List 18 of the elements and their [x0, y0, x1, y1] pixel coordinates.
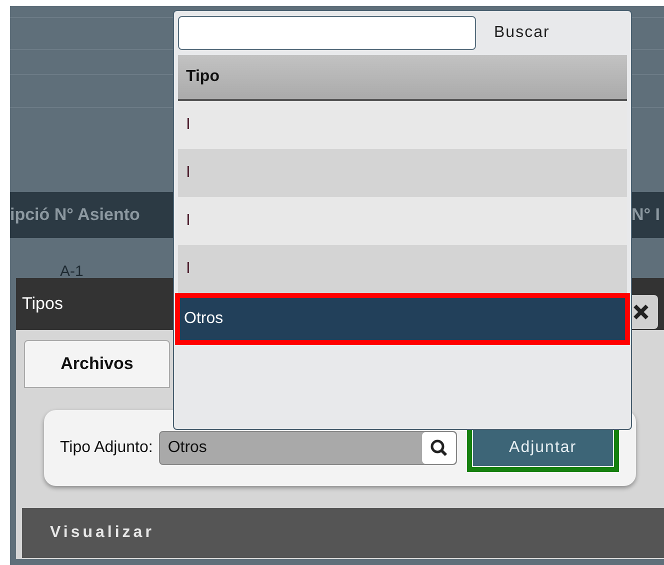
- dialog-title: Tipos: [22, 293, 63, 316]
- list-row[interactable]: Otros: [175, 293, 630, 345]
- section-header[interactable]: Visualizar: [22, 508, 664, 558]
- column-header: ipció N° Asiento: [10, 204, 140, 226]
- close-icon: [632, 303, 650, 321]
- type-field[interactable]: Otros: [158, 431, 457, 465]
- list-row[interactable]: I: [178, 245, 627, 293]
- search-button[interactable]: [422, 432, 456, 464]
- field-label: Tipo Adjunto:: [60, 438, 153, 458]
- column-header: Tipo: [186, 67, 220, 87]
- attach-button[interactable]: Adjuntar: [472, 430, 613, 466]
- search-field[interactable]: [178, 16, 476, 50]
- search-button[interactable]: Buscar: [494, 21, 550, 45]
- table-cell: A-1: [60, 263, 84, 281]
- search-icon: [430, 439, 448, 457]
- tab[interactable]: Archivos: [24, 340, 170, 388]
- column-header: N° I: [631, 204, 661, 226]
- list-row[interactable]: I: [178, 149, 627, 197]
